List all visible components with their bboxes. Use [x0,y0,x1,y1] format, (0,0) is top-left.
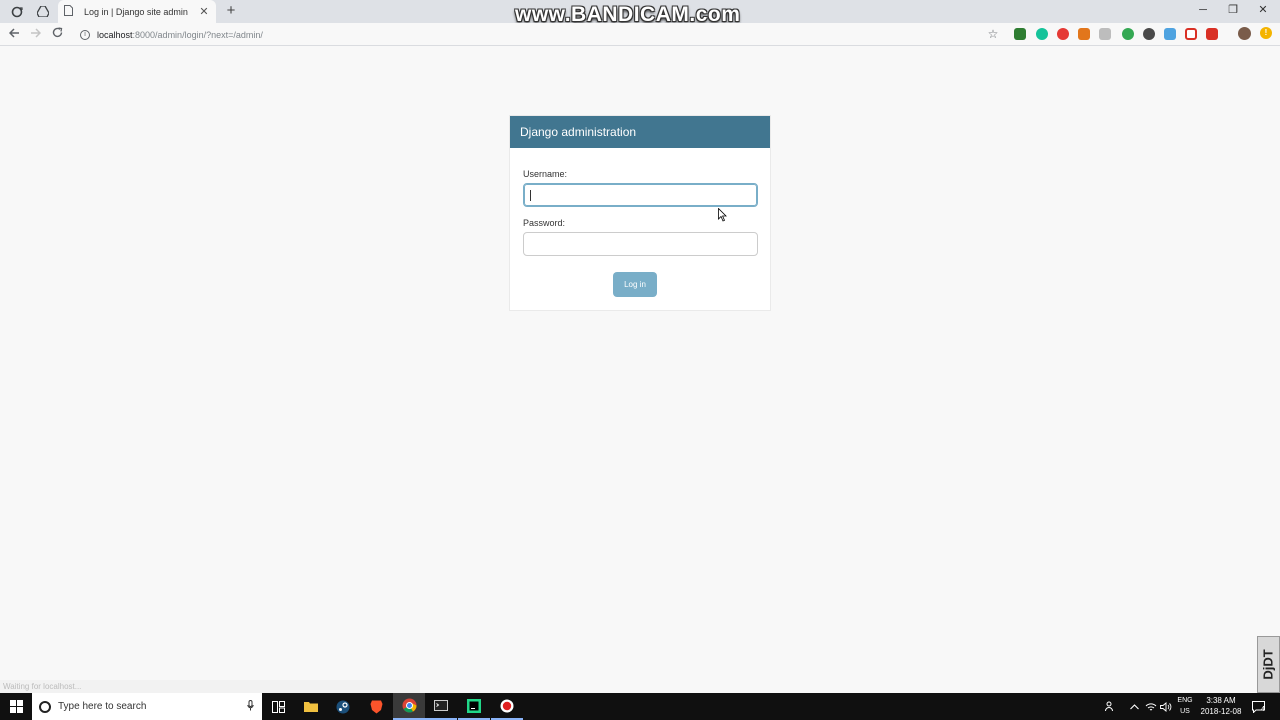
volume-icon[interactable] [1158,693,1174,720]
steam-icon[interactable] [327,693,359,720]
browser-tabstrip: Log in | Django site admin ✕ + www.BANDI… [0,0,1280,26]
show-hidden-icons-chevron-icon[interactable] [1126,693,1142,720]
text-caret [530,190,531,201]
page-favicon-icon [64,4,76,19]
update-alert-icon[interactable]: ! [1260,27,1272,39]
close-tab-icon[interactable]: ✕ [198,5,210,18]
username-label: Username: [523,169,568,179]
extension-icon-9[interactable] [1185,28,1197,40]
keyboard-layout: US [1180,708,1190,715]
url-path: :8000/admin/login/?next=/admin/ [132,29,263,40]
django-debug-toolbar-handle[interactable]: DjDT [1257,636,1280,693]
extension-icon-8[interactable] [1164,28,1176,40]
extension-icon-10[interactable] [1206,28,1218,40]
start-button[interactable] [0,693,32,720]
chrome-icon[interactable] [393,693,425,720]
password-field[interactable] [523,232,758,256]
restore-window-button[interactable]: ❐ [1218,1,1248,19]
windows-logo-icon [9,700,23,713]
terminal-icon[interactable] [425,693,457,720]
password-label: Password: [523,218,566,228]
cortana-icon [39,700,51,713]
bookmark-star-icon[interactable]: ☆ [986,25,1000,43]
microphone-icon[interactable] [247,699,254,714]
pinned-extension-icon [11,6,23,17]
status-bubble: Waiting for localhost... [0,680,420,693]
mouse-pointer-icon [718,208,727,222]
login-button[interactable]: Log in [613,272,657,297]
extension-icon-7[interactable] [1143,28,1155,40]
people-icon[interactable] [1102,693,1118,720]
forward-arrow-icon [30,28,41,38]
site-header: Django administration [510,116,770,148]
new-tab-button[interactable]: + [222,2,240,20]
pinned-tab-drive[interactable] [30,0,56,23]
clock-time: 3:38 AM [1206,696,1236,705]
username-field[interactable] [523,183,758,207]
site-info-icon[interactable]: i [80,29,90,40]
language-code: ENG [1177,697,1193,704]
drive-icon [37,6,49,17]
tab-title: Log in | Django site admin [84,6,188,17]
pinned-tab-refresh-extension[interactable] [4,0,30,23]
tab-django-login[interactable]: Log in | Django site admin ✕ [58,0,216,23]
close-window-button[interactable]: ✕ [1248,1,1278,19]
login-panel: Django administration Username: Password… [509,115,771,311]
ddt-label: DjDT [1261,649,1276,680]
taskbar-search-box[interactable]: Type here to search [32,693,262,720]
clock-date: 2018-12-08 [1200,707,1242,716]
input-language-indicator[interactable]: ENG US [1173,695,1197,717]
pycharm-icon[interactable] [458,693,490,720]
forward-button[interactable] [26,25,44,43]
bandicam-record-icon[interactable] [491,693,523,720]
opera-icon[interactable] [1057,28,1069,40]
reload-button[interactable] [48,25,66,43]
notification-count-badge: 4 [1261,706,1265,713]
profile-avatar[interactable] [1238,27,1251,40]
address-bar[interactable]: i localhost:8000/admin/login/?next=/admi… [74,25,1004,44]
back-arrow-icon [8,28,19,38]
metamask-icon[interactable] [1078,28,1090,40]
back-button[interactable] [5,25,23,43]
minimize-window-button[interactable]: ─ [1188,1,1218,19]
extension-icon-5[interactable] [1099,28,1111,40]
windows-taskbar: Type here to search ENG US 3:38 AM 2018-… [0,693,1280,720]
network-icon[interactable] [1143,693,1159,720]
extension-icon-6[interactable] [1122,28,1134,40]
brave-icon[interactable] [360,693,392,720]
task-view-icon[interactable] [262,693,294,720]
grammarly-icon[interactable] [1036,28,1048,40]
reload-icon [52,27,62,38]
browser-toolbar: i localhost:8000/admin/login/?next=/admi… [0,23,1280,46]
taskbar-clock[interactable]: 3:38 AM 2018-12-08 [1197,695,1245,717]
extension-icon-1[interactable] [1014,28,1026,40]
action-center-button[interactable]: 4 [1248,693,1270,720]
url-host: localhost [97,29,133,40]
search-placeholder: Type here to search [58,701,147,712]
file-explorer-icon[interactable] [295,693,327,720]
